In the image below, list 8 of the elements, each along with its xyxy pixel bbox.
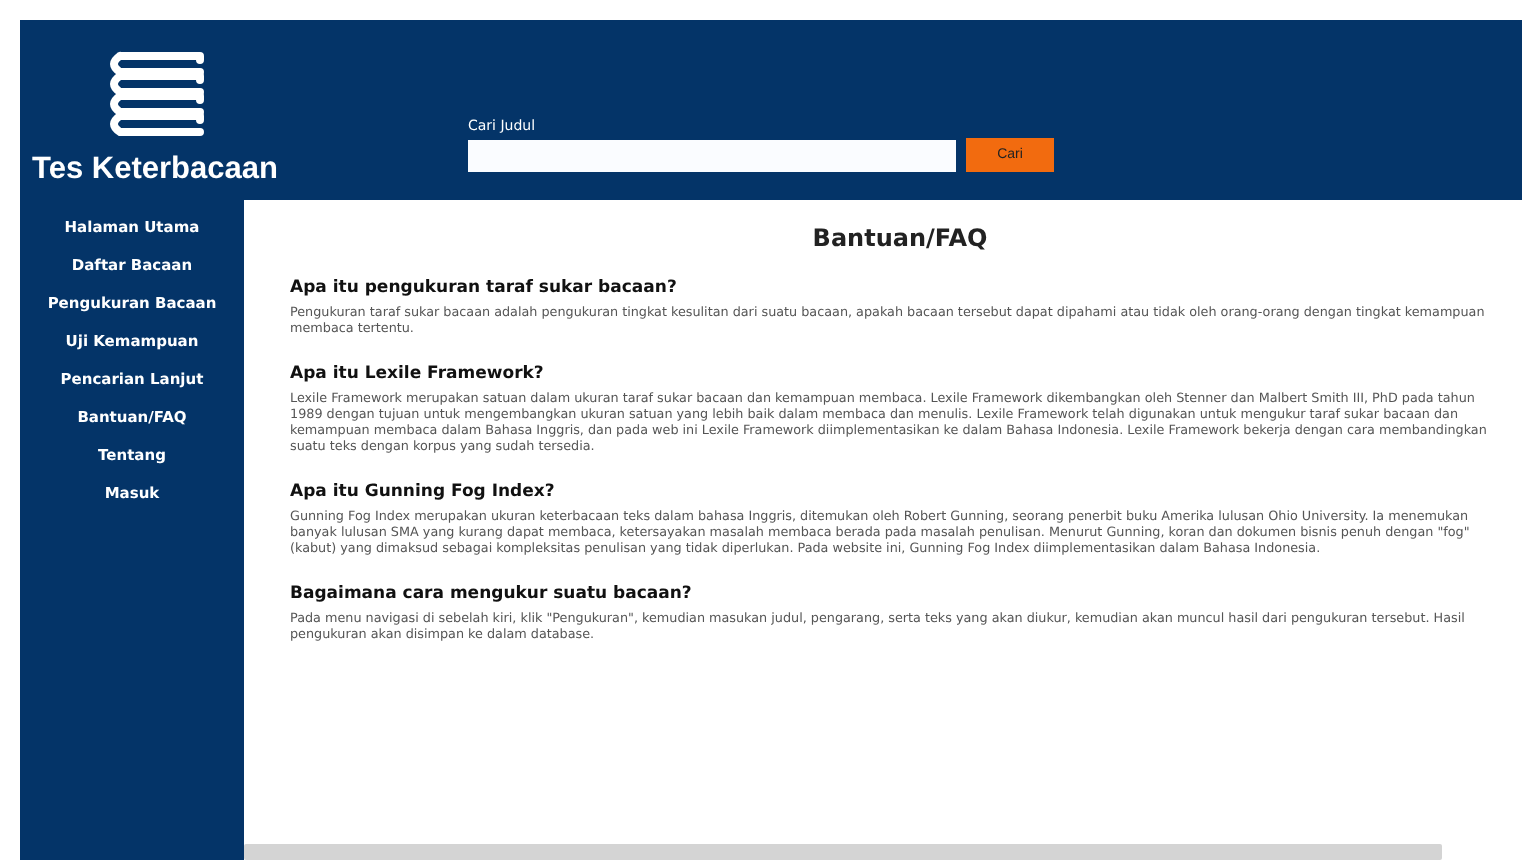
faq-question: Apa itu Lexile Framework?: [290, 363, 546, 384]
horizontal-scrollbar[interactable]: [244, 844, 1442, 860]
faq-question: Apa itu pengukuran taraf sukar bacaan?: [290, 278, 679, 298]
page-title: Bantuan/FAQ: [810, 224, 990, 252]
faq-question: Bagaimana cara mengukur suatu bacaan?: [290, 583, 694, 604]
faq-question: Apa itu Gunning Fog Index?: [290, 481, 557, 502]
site-title: Tes Keterbacaan: [32, 152, 278, 188]
search-field[interactable]: [468, 139, 956, 171]
